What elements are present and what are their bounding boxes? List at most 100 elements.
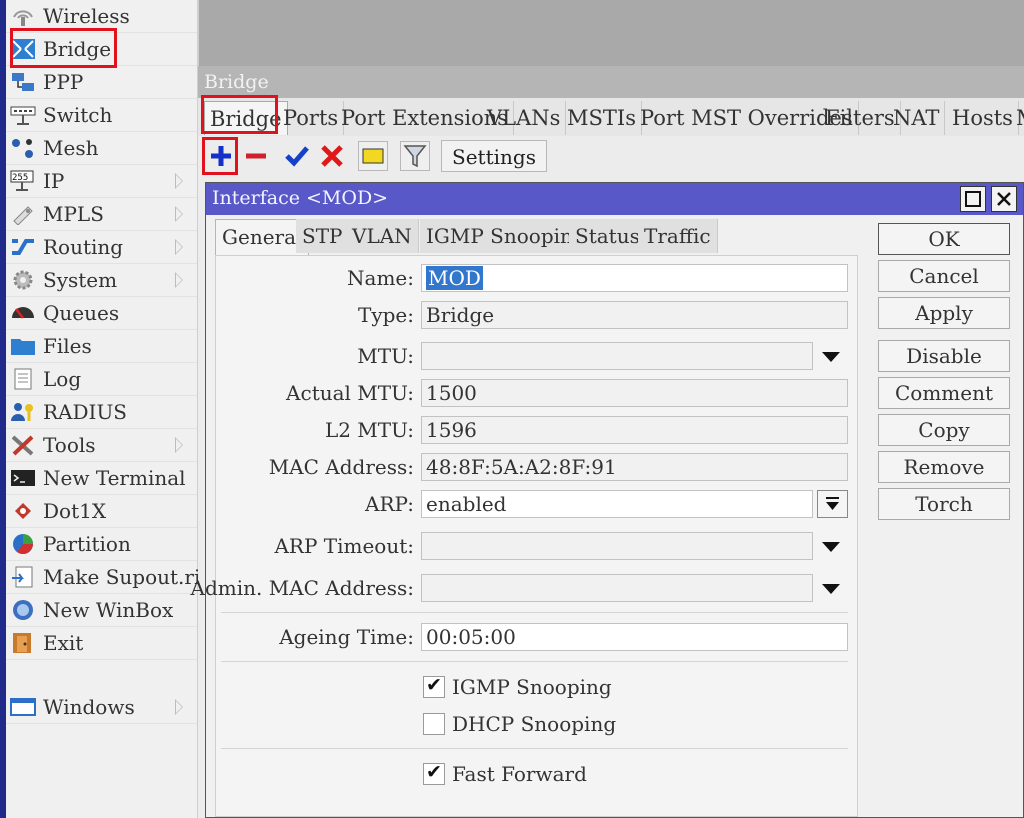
tab-mstis[interactable]: MSTIs [562, 101, 642, 135]
tab-traffic[interactable]: Traffic [638, 219, 718, 253]
menu-item-ppp[interactable]: PPP [6, 66, 197, 99]
menu-item-exit[interactable]: Exit [6, 627, 197, 660]
tab-stp[interactable]: STP [296, 219, 350, 253]
mtu-field[interactable] [421, 342, 813, 370]
enable-check-icon [282, 146, 312, 175]
menu-item-queues[interactable]: Queues [6, 297, 197, 330]
menu-item-files[interactable]: Files [6, 330, 197, 363]
arp-timeout-field[interactable] [421, 532, 813, 560]
mtu-label: MTU: [357, 344, 414, 368]
cancel-button[interactable]: Cancel [878, 260, 1010, 292]
name-label: Name: [347, 266, 414, 290]
menu-item-radius[interactable]: RADIUS [6, 396, 197, 429]
menu-item-mesh[interactable]: Mesh [6, 132, 197, 165]
menu-label: PPP [43, 70, 84, 94]
tab-hosts[interactable]: Hosts [947, 101, 1019, 135]
submenu-arrow-icon [175, 239, 183, 255]
remove-button[interactable] [241, 141, 271, 171]
tab-nat[interactable]: NAT [888, 101, 946, 135]
highlight-add-button [202, 137, 238, 175]
dialog-tabs: General STP VLAN IGMP Snooping Status Tr… [215, 219, 865, 255]
menu-item-make-supout[interactable]: Make Supout.rif [6, 561, 208, 594]
menu-label: Dot1X [43, 499, 107, 523]
tab-vlans[interactable]: VLANs [482, 101, 567, 135]
dialog-titlebar: Interface <MOD> [206, 183, 1023, 215]
arp-select-button[interactable] [817, 490, 848, 518]
dialog-title: Interface <MOD> [212, 187, 389, 209]
submenu-arrow-icon [175, 272, 183, 288]
comment-button[interactable] [358, 141, 388, 171]
menu-label: Exit [43, 631, 84, 655]
menu-item-mpls[interactable]: MPLS [6, 198, 197, 231]
tab-more[interactable]: M [1011, 101, 1024, 135]
tab-status[interactable]: Status [569, 219, 647, 253]
admin-mac-dropdown-arrow-icon[interactable] [822, 584, 840, 594]
supout-icon [10, 566, 36, 588]
exit-icon [10, 632, 36, 654]
disable-button[interactable] [317, 141, 347, 171]
copy-button[interactable]: Copy [878, 414, 1010, 446]
disable-button[interactable]: Disable [878, 340, 1010, 372]
partition-icon [10, 533, 36, 555]
menu-item-ip[interactable]: 255 IP [6, 165, 197, 198]
admin-mac-label: Admin. MAC Address: [190, 576, 415, 600]
separator [221, 612, 848, 613]
igmp-snooping-checkbox[interactable] [423, 674, 445, 698]
remove-button[interactable]: Remove [878, 451, 1010, 483]
igmp-snooping-label: IGMP Snooping [452, 675, 612, 699]
comment-button[interactable]: Comment [878, 377, 1010, 409]
l2-mtu-label: L2 MTU: [324, 418, 414, 442]
menu-item-routing[interactable]: Routing [6, 231, 197, 264]
mac-address-label: MAC Address: [268, 455, 414, 479]
menu-label: Partition [43, 532, 131, 556]
log-icon [10, 368, 36, 390]
disable-x-icon [317, 145, 347, 175]
menu-item-dot1x[interactable]: Dot1X [6, 495, 197, 528]
dhcp-snooping-checkbox[interactable] [423, 713, 445, 735]
highlight-bridge-tab [201, 95, 278, 134]
bridge-window-title: Bridge [204, 71, 269, 93]
apply-button[interactable]: Apply [878, 297, 1010, 329]
menu-item-partition[interactable]: Partition [6, 528, 197, 561]
admin-mac-field[interactable] [421, 574, 813, 602]
arp-timeout-dropdown-arrow-icon[interactable] [822, 542, 840, 552]
name-field[interactable]: MOD [421, 264, 848, 292]
mesh-icon [10, 137, 36, 159]
close-icon [992, 192, 1016, 215]
close-button[interactable] [991, 186, 1017, 212]
arp-select[interactable]: enabled [421, 490, 813, 518]
fast-forward-checkbox[interactable] [423, 761, 445, 785]
menu-item-log[interactable]: Log [6, 363, 197, 396]
mtu-dropdown-arrow-icon[interactable] [822, 352, 840, 362]
menu-item-new-terminal[interactable]: New Terminal [6, 462, 197, 495]
actual-mtu-field: 1500 [421, 379, 848, 407]
tab-ports[interactable]: Ports [278, 101, 345, 135]
enable-button[interactable] [282, 141, 312, 171]
menu-label: Routing [43, 235, 124, 259]
tab-igmp-snooping[interactable]: IGMP Snooping [420, 219, 593, 253]
highlight-bridge-menu [10, 28, 117, 68]
settings-button[interactable]: Settings [441, 140, 547, 172]
menu-item-tools[interactable]: Tools [6, 429, 197, 462]
menu-item-system[interactable]: System [6, 264, 197, 297]
menu-label: New WinBox [43, 598, 174, 622]
filter-button[interactable] [400, 141, 430, 171]
tab-vlan[interactable]: VLAN [346, 219, 419, 253]
menu-label: RADIUS [43, 400, 127, 424]
maximize-button[interactable] [960, 186, 986, 212]
main-menu: Wireless Bridge PPP Switch Mesh 255 IP M… [6, 0, 208, 818]
torch-button[interactable]: Torch [878, 488, 1010, 520]
l2-mtu-field[interactable]: 1596 [421, 416, 848, 444]
winbox-icon [10, 599, 36, 621]
ageing-time-field[interactable]: 00:05:00 [421, 623, 848, 651]
ok-button[interactable]: OK [878, 223, 1010, 255]
filter-icon [401, 145, 429, 174]
dhcp-snooping-label: DHCP Snooping [452, 712, 617, 736]
type-field: Bridge [421, 301, 848, 329]
windows-icon [10, 696, 36, 718]
menu-item-switch[interactable]: Switch [6, 99, 197, 132]
menu-item-new-winbox[interactable]: New WinBox [6, 594, 197, 627]
name-value: MOD [426, 266, 483, 290]
bridge-toolbar: Settings [198, 136, 1024, 176]
menu-item-windows[interactable]: Windows [6, 691, 197, 724]
